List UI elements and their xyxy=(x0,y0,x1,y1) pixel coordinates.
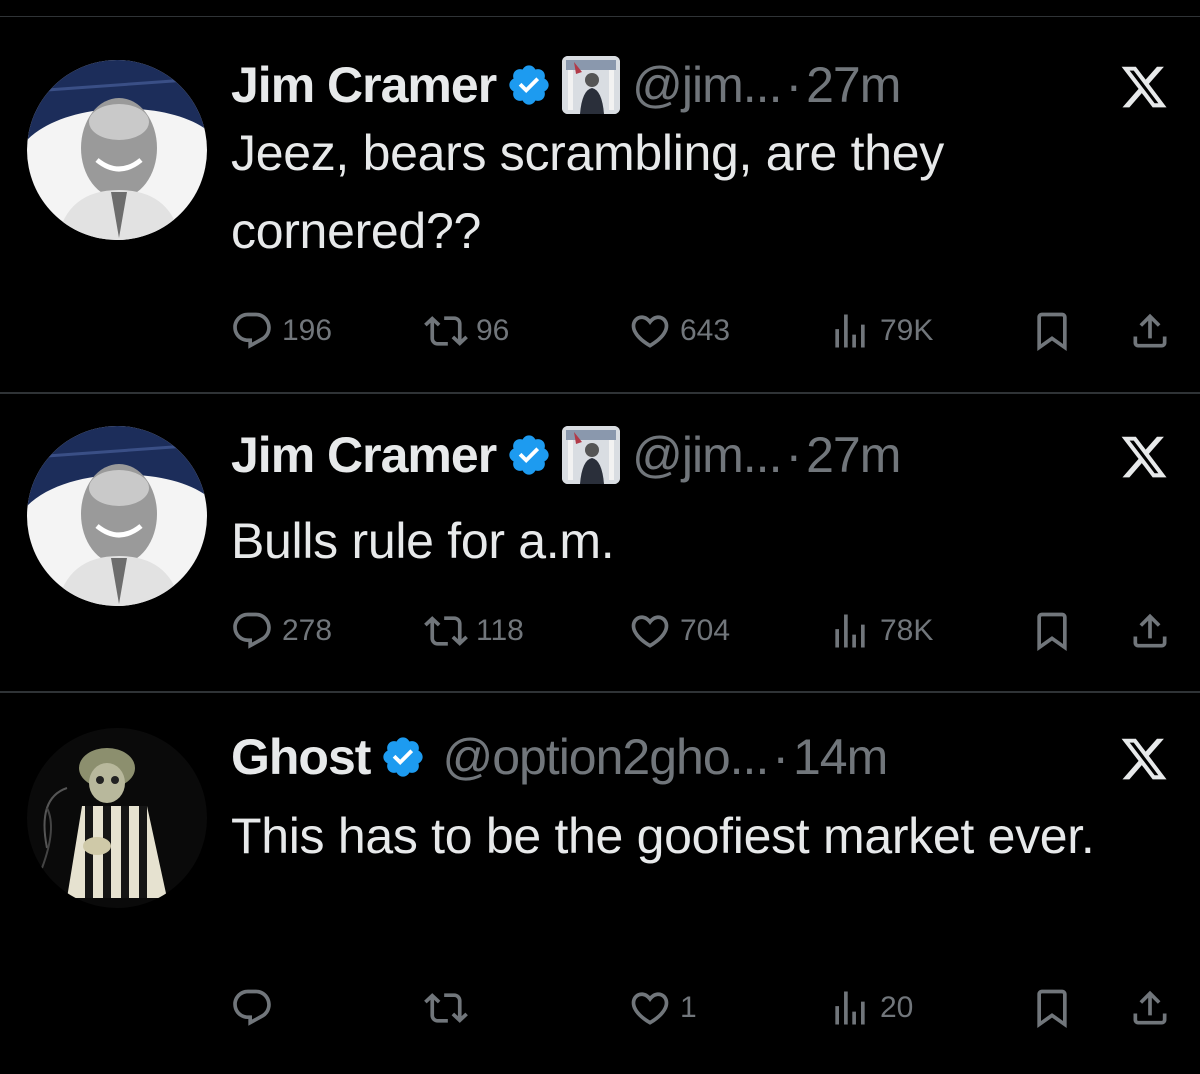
repost-button[interactable]: 118 xyxy=(424,606,524,656)
like-button[interactable]: 704 xyxy=(628,606,730,656)
repost-count: 118 xyxy=(476,614,524,647)
reply-count: 196 xyxy=(282,314,333,347)
like-button[interactable]: 643 xyxy=(628,306,730,356)
bookmark-icon xyxy=(1037,312,1067,352)
verified-badge-icon[interactable] xyxy=(380,734,426,780)
repost-icon xyxy=(424,993,468,1023)
like-button[interactable]: 1 xyxy=(628,983,697,1033)
display-name[interactable]: Jim Cramer xyxy=(231,56,497,114)
affiliate-badge-icon[interactable] xyxy=(562,56,621,114)
views-button[interactable]: 79K xyxy=(828,306,933,356)
separator-dot: · xyxy=(785,427,803,483)
repost-icon xyxy=(424,316,468,346)
avatar[interactable] xyxy=(27,728,207,908)
verified-badge-icon[interactable] xyxy=(506,62,552,108)
action-bar: 278 118 704 78K xyxy=(230,606,1180,656)
bookmark-icon xyxy=(1037,989,1067,1029)
verified-badge-icon[interactable] xyxy=(506,432,552,478)
share-button[interactable] xyxy=(1128,983,1172,1033)
timestamp[interactable]: 14m xyxy=(793,728,888,786)
views-chart-icon xyxy=(835,614,865,648)
timestamp[interactable]: 27m xyxy=(806,56,901,114)
tweet-header: Ghost @option2gho... · 14m xyxy=(231,728,888,786)
reply-icon xyxy=(233,312,271,349)
share-button[interactable] xyxy=(1128,606,1172,656)
heart-icon xyxy=(631,992,669,1025)
like-count: 704 xyxy=(680,614,731,647)
x-logo-icon xyxy=(1116,62,1172,112)
share-button[interactable] xyxy=(1128,306,1172,356)
heart-icon xyxy=(631,615,669,648)
beetlejuice-photo-icon xyxy=(27,728,207,908)
repost-count: 96 xyxy=(476,314,510,347)
reply-icon xyxy=(233,612,271,649)
affiliate-badge-icon[interactable] xyxy=(562,426,621,484)
views-button[interactable]: 78K xyxy=(828,606,933,656)
views-count: 20 xyxy=(880,991,914,1024)
display-name[interactable]: Ghost xyxy=(231,728,371,786)
bookmark-icon xyxy=(1037,612,1067,652)
share-icon xyxy=(1133,613,1167,648)
reply-icon xyxy=(233,989,271,1026)
views-chart-icon xyxy=(835,991,865,1025)
share-icon xyxy=(1133,313,1167,348)
x-logo-icon xyxy=(1116,734,1172,784)
reply-count: 278 xyxy=(282,614,333,647)
tweet-text: Jeez, bears scrambling, are they cornere… xyxy=(231,125,944,259)
handle[interactable]: @jim... xyxy=(632,426,782,484)
portrait-photo-icon xyxy=(27,60,207,240)
tweet-text: Bulls rule for a.m. xyxy=(231,513,615,569)
tweet[interactable]: Ghost @option2gho... · 14m This has to b… xyxy=(0,693,1200,1074)
tweet-header: Jim Cramer @jim... · 27m xyxy=(231,56,901,114)
repost-button[interactable]: 96 xyxy=(424,306,509,356)
avatar[interactable] xyxy=(27,426,207,606)
heart-icon xyxy=(631,315,669,348)
tweet[interactable]: Jim Cramer @jim... · 27m Jeez, bears scr… xyxy=(0,16,1200,394)
x-logo-icon xyxy=(1116,432,1172,482)
repost-icon xyxy=(424,616,468,646)
tweet[interactable]: Jim Cramer @jim... · 27m Bulls rule for … xyxy=(0,394,1200,693)
views-chart-icon xyxy=(835,314,865,348)
reply-button[interactable]: 196 xyxy=(230,306,332,356)
views-count: 79K xyxy=(880,314,934,347)
handle[interactable]: @option2gho... xyxy=(442,728,769,786)
views-count: 78K xyxy=(880,614,934,647)
separator-dot: · xyxy=(772,729,789,785)
like-count: 1 xyxy=(680,991,697,1024)
like-count: 643 xyxy=(680,314,731,347)
views-button[interactable]: 20 xyxy=(828,983,913,1033)
timestamp[interactable]: 27m xyxy=(806,426,901,484)
bookmark-button[interactable] xyxy=(1030,983,1074,1033)
tweet-text: This has to be the goofiest market ever. xyxy=(231,808,1095,864)
action-bar: 196 96 643 79K xyxy=(230,306,1180,356)
portrait-photo-icon xyxy=(27,426,207,606)
tweet-header: Jim Cramer @jim... · 27m xyxy=(231,426,901,484)
avatar[interactable] xyxy=(27,60,207,240)
share-icon xyxy=(1133,990,1167,1025)
reply-button[interactable]: 278 xyxy=(230,606,332,656)
reply-button[interactable] xyxy=(230,983,282,1033)
repost-button[interactable] xyxy=(424,983,476,1033)
handle[interactable]: @jim... xyxy=(632,56,782,114)
bookmark-button[interactable] xyxy=(1030,306,1074,356)
bookmark-button[interactable] xyxy=(1030,606,1074,656)
action-bar: 1 20 xyxy=(230,983,1180,1033)
display-name[interactable]: Jim Cramer xyxy=(231,426,497,484)
separator-dot: · xyxy=(785,57,803,113)
